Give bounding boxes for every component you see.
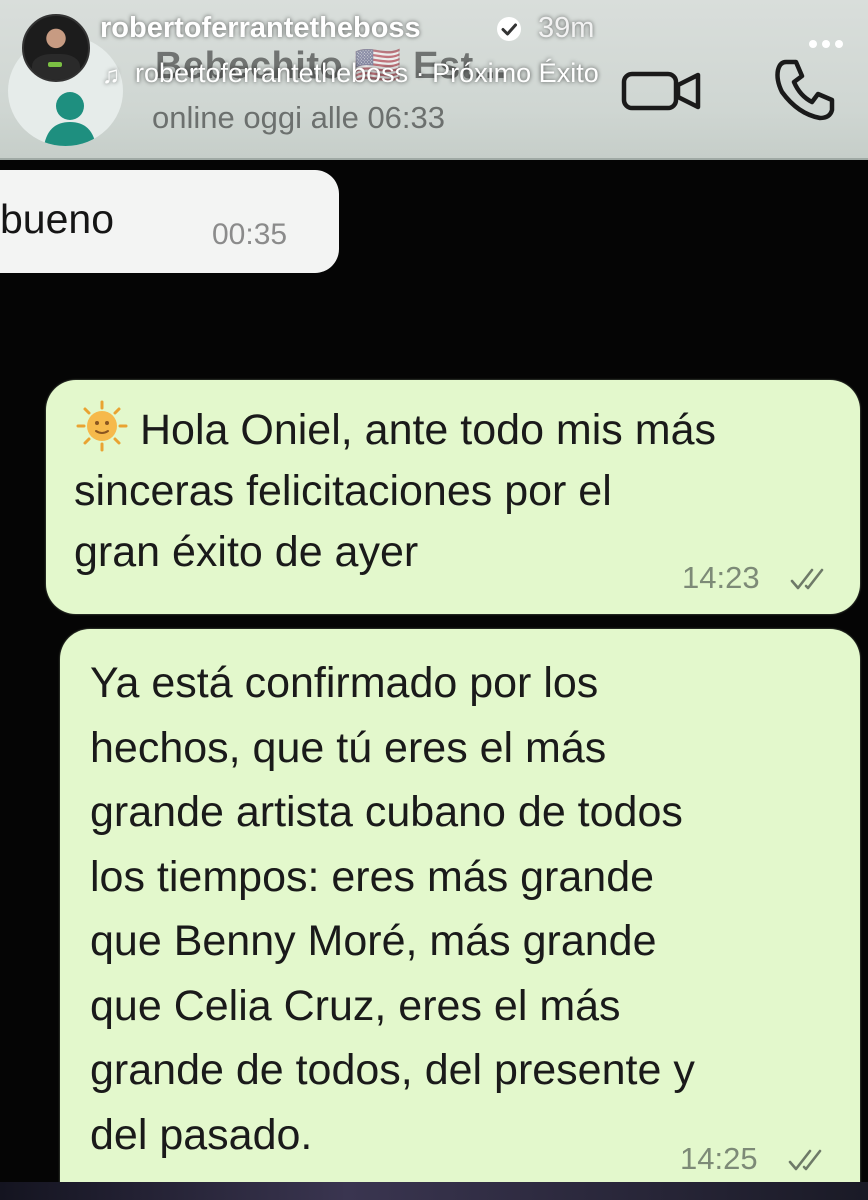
double-check-icon [788,1149,822,1171]
avatar-shirt [32,54,80,80]
message-time: 14:23 [682,560,760,595]
video-call-icon[interactable] [620,68,704,114]
message-text-content: Hola Oniel, ante todo mis más sinceras f… [74,406,716,576]
message-time: 00:35 [212,218,288,251]
story-time: 39m [538,12,595,44]
phone-icon[interactable] [772,56,838,122]
story-username[interactable]: robertoferrantetheboss [100,12,421,45]
outgoing-message[interactable]: Hola Oniel, ante todo mis más sinceras f… [46,380,860,614]
incoming-message[interactable]: bueno 00:35 [0,170,339,273]
message-text: bueno [0,196,115,242]
message-text: Ya está confirmado por los hechos, que t… [90,659,695,1159]
message-text: Hola Oniel, ante todo mis más sinceras f… [74,400,844,583]
message-time: 14:25 [680,1141,758,1176]
avatar-logo [48,62,62,67]
next-content-peek [0,1182,868,1200]
story-music-label[interactable]: robertoferrantetheboss · Próximo Éxito [135,58,599,89]
outgoing-message[interactable]: Ya está confirmado por los hechos, que t… [60,629,860,1200]
verified-icon [497,17,521,41]
music-note-icon: ♫ [102,62,120,89]
more-icon[interactable] [808,38,844,50]
story-author-avatar[interactable] [22,14,90,82]
contact-status: online oggi alle 06:33 [152,100,446,135]
sun-emoji-icon [76,400,128,452]
double-check-icon [790,568,824,590]
